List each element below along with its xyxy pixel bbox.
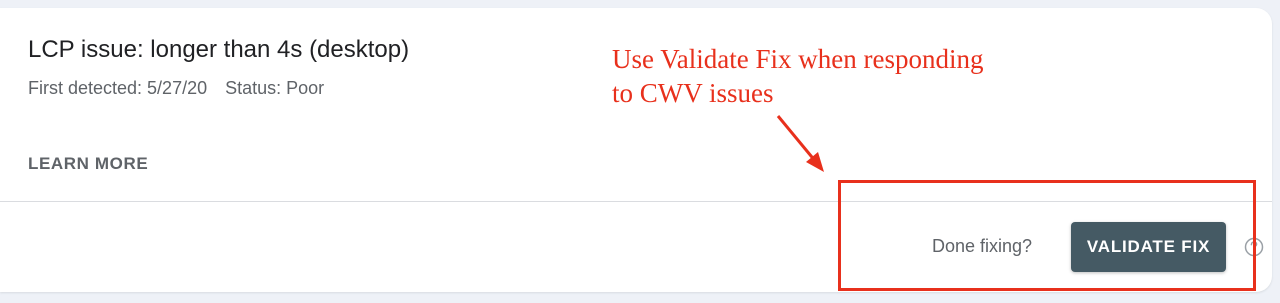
learn-more-link[interactable]: LEARN MORE xyxy=(28,154,148,174)
first-detected-text: First detected: 5/27/20 xyxy=(28,78,208,98)
annotation-line-1: Use Validate Fix when responding xyxy=(612,44,984,74)
annotation-line-2: to CWV issues xyxy=(612,78,774,108)
annotation-arrow-icon xyxy=(776,115,824,172)
status-text: Status: Poor xyxy=(225,78,325,98)
annotation-highlight-box xyxy=(838,180,1256,291)
issue-meta: First detected: 5/27/20 Status: Poor xyxy=(28,78,324,99)
annotation-text: Use Validate Fix when responding to CWV … xyxy=(612,42,983,110)
issue-title: LCP issue: longer than 4s (desktop) xyxy=(28,36,410,63)
